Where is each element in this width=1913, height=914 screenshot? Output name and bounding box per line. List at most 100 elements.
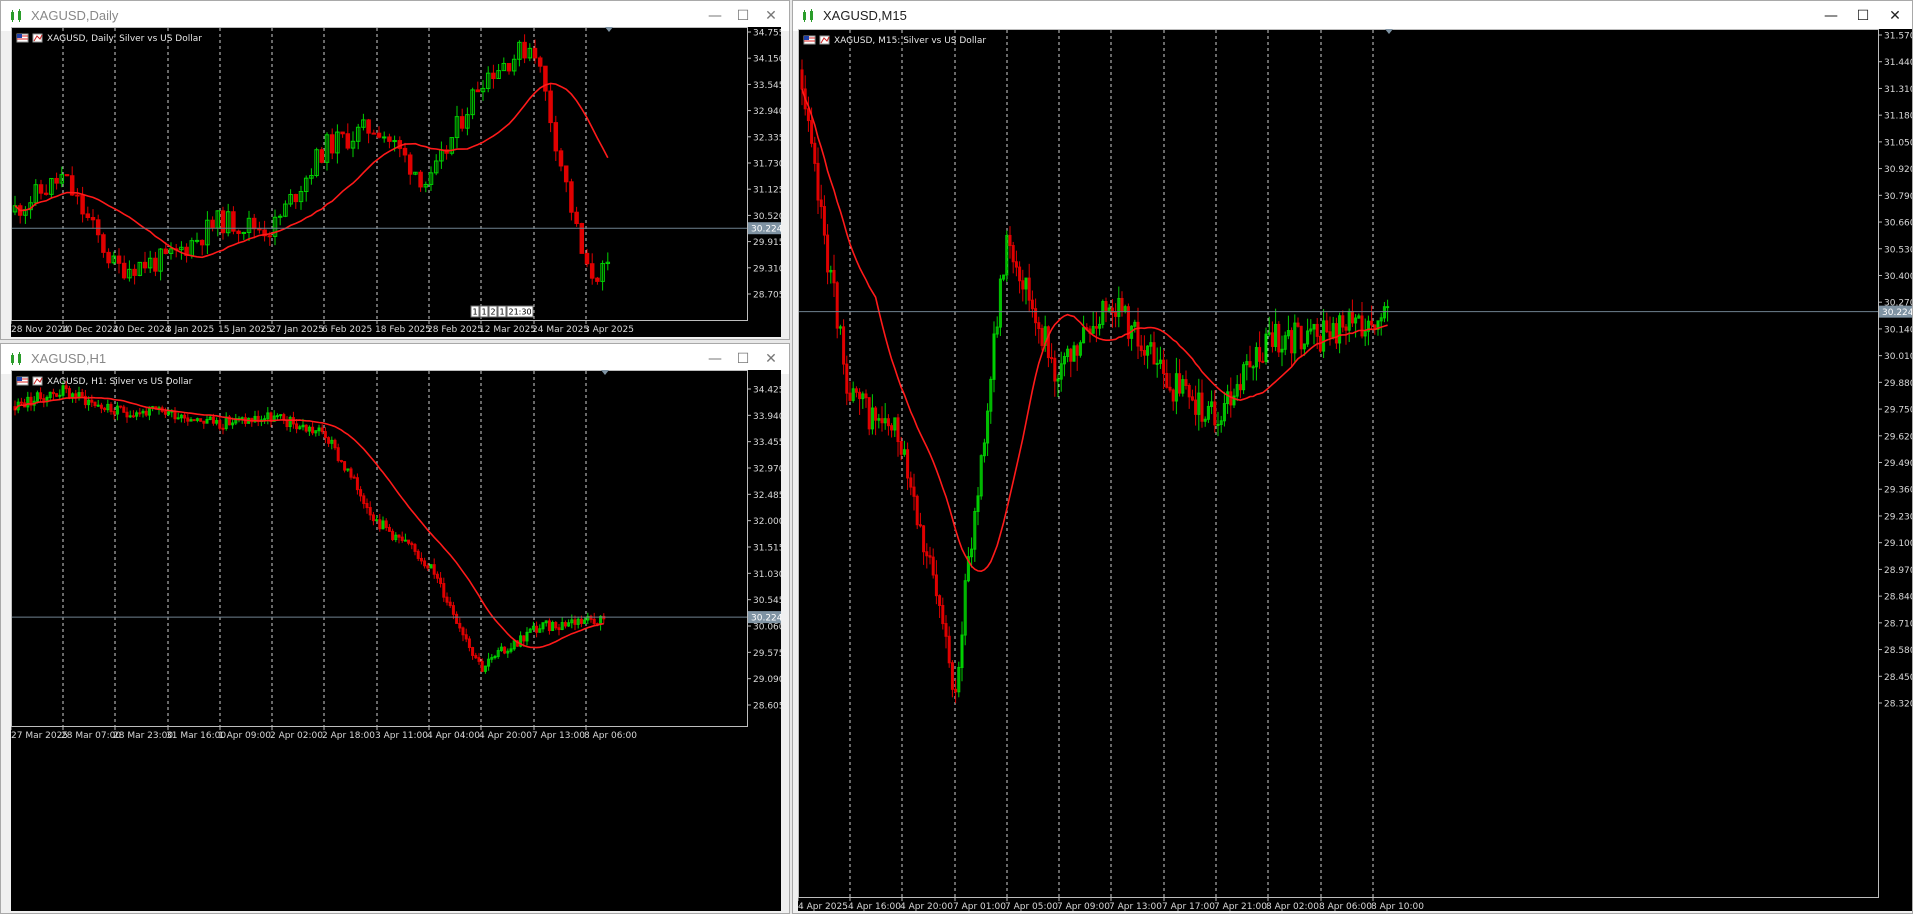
maximize-button[interactable]: ☐ — [1853, 7, 1873, 25]
candle-body — [480, 660, 484, 672]
candle-body — [1011, 245, 1015, 263]
candle-body — [864, 393, 868, 399]
candle-body — [573, 619, 577, 625]
candle-body — [506, 62, 512, 72]
candle-body — [459, 116, 465, 129]
candle-body — [96, 404, 100, 407]
candle-body — [413, 544, 417, 552]
candle-body — [19, 401, 23, 404]
daily-window-title: XAGUSD,Daily — [31, 8, 119, 23]
candle-body — [199, 418, 203, 422]
candle-body — [813, 142, 817, 164]
x-tick-label: 27 Mar 2025 — [11, 731, 68, 741]
candle-body — [1325, 320, 1329, 333]
x-tick-label: 20 Dec 2024 — [113, 325, 171, 335]
m15-price-chart[interactable]: 31.570 31.440 31.310 31.180 31.050 30.920 30.7… — [798, 29, 1912, 911]
daily-price-chart[interactable]: 34.755 34.150 33.545 32.940 32.335 31.730 31.1… — [11, 27, 781, 337]
maximize-button[interactable]: ☐ — [733, 7, 753, 25]
candle-body — [928, 555, 932, 558]
x-tick-label: 2 Apr 02:00 — [270, 731, 323, 741]
candle-body — [1155, 362, 1159, 365]
candle-body — [1008, 234, 1012, 247]
candle-body — [51, 391, 55, 395]
candle-body — [323, 431, 327, 439]
daily-chart-window[interactable]: XAGUSD,Daily — ☐ ✕ 34.755 34.150 33.545 32.… — [0, 0, 790, 340]
h1-price-chart[interactable]: 34.425 33.940 33.455 32.970 32.485 32.000 31.5… — [11, 370, 781, 911]
candle-body — [144, 410, 148, 416]
candle-body — [119, 405, 123, 408]
m15-window-title: XAGUSD,M15 — [823, 8, 907, 23]
candle-body — [1165, 372, 1169, 388]
current-price-label: 30.224 — [751, 225, 781, 235]
y-tick-label: 28.970 — [1884, 566, 1912, 576]
candle-body — [574, 211, 579, 225]
candle-body — [938, 595, 942, 606]
candle-body — [173, 410, 177, 420]
minimize-button[interactable]: — — [1821, 7, 1841, 25]
m15-chart-window[interactable]: XAGUSD,M15 — ☐ ✕ 31.570 31.440 31.310 31.18… — [792, 0, 1913, 914]
m15-title-bar[interactable]: XAGUSD,M15 — ☐ ✕ — [793, 1, 1912, 31]
candle-body — [38, 184, 44, 194]
candle-body — [1270, 332, 1274, 347]
candle-body — [80, 392, 84, 397]
y-tick-label: 30.920 — [1884, 165, 1912, 175]
candle-body — [922, 525, 926, 553]
y-tick-label: 31.180 — [1884, 112, 1912, 122]
candle-body — [522, 41, 527, 59]
candle-body — [944, 623, 948, 637]
y-tick-label: 28.580 — [1884, 646, 1912, 656]
candle-body — [365, 503, 369, 509]
candle-body — [39, 392, 43, 400]
candle-body — [442, 583, 446, 598]
candle-body — [109, 403, 113, 413]
candle-body — [241, 231, 247, 234]
candle-body — [584, 252, 590, 265]
x-tick-label: 4 Apr 20:00 — [479, 731, 532, 741]
candle-body — [475, 89, 481, 93]
candle-body — [1014, 261, 1018, 268]
candle-body — [378, 519, 382, 530]
x-tick-label: 3 Jan 2025 — [166, 325, 214, 335]
candle-body — [467, 638, 471, 649]
close-button[interactable]: ✕ — [1885, 7, 1905, 25]
maximize-button[interactable]: ☐ — [733, 350, 753, 368]
y-tick-label: 30.060 — [753, 623, 781, 633]
m15-chart-canvas[interactable]: 31.570 31.440 31.310 31.180 31.050 30.920 30.7… — [798, 29, 1912, 911]
candle-body — [925, 551, 929, 557]
candle-body — [336, 447, 340, 461]
candle-body — [819, 199, 823, 208]
candle-body — [1162, 359, 1166, 374]
plot-frame — [11, 370, 748, 727]
y-tick-label: 28.450 — [1884, 673, 1912, 683]
candle-body — [563, 165, 569, 183]
x-tick-label: 15 Jan 2025 — [218, 325, 272, 335]
candle-body — [95, 219, 101, 236]
candle-body — [451, 605, 455, 615]
close-button[interactable]: ✕ — [761, 7, 781, 25]
candle-body — [410, 542, 414, 546]
candle-body — [947, 635, 951, 664]
candle-body — [1190, 396, 1194, 401]
candle-body — [1120, 297, 1124, 312]
h1-window-title: XAGUSD,H1 — [31, 351, 107, 366]
y-tick-label: 30.520 — [753, 212, 781, 222]
y-tick-label: 30.545 — [753, 596, 781, 606]
candle-body — [503, 646, 507, 654]
candle-body — [832, 269, 836, 284]
daily-chart-canvas[interactable]: 34.755 34.150 33.545 32.940 32.335 31.730 31.1… — [11, 27, 781, 337]
candle-body — [912, 486, 916, 497]
y-tick-label: 29.620 — [1884, 432, 1912, 442]
us-flag-icon — [16, 33, 29, 43]
h1-chart-canvas[interactable]: 34.425 33.940 33.455 32.970 32.485 32.000 31.5… — [11, 370, 781, 911]
minimize-button[interactable]: — — [705, 350, 725, 368]
candle-body — [950, 662, 954, 690]
h1-chart-window[interactable]: XAGUSD,H1 — ☐ ✕ 34.425 33.940 33.455 32.970… — [0, 343, 790, 914]
candle-body — [58, 394, 62, 397]
candle-body — [886, 418, 890, 427]
candle-body — [282, 414, 286, 421]
candle-body — [267, 235, 273, 238]
minimize-button[interactable]: — — [705, 7, 725, 25]
close-button[interactable]: ✕ — [761, 350, 781, 368]
candle-body — [163, 410, 167, 415]
candle-body — [547, 620, 551, 632]
